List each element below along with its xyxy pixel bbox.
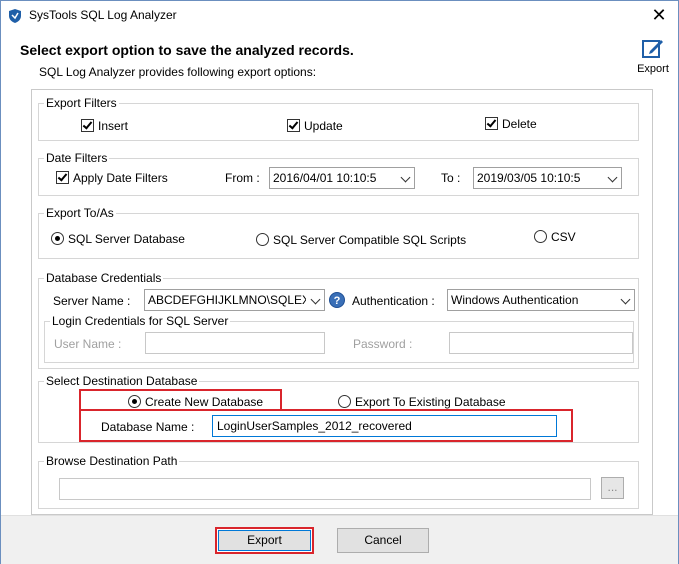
server-name-select[interactable]: ABCDEFGHIJKLMNO\SQLEX bbox=[144, 289, 325, 311]
destination-path-input[interactable] bbox=[59, 478, 591, 500]
to-date-value: 2019/03/05 10:10:5 bbox=[477, 171, 581, 185]
export-options-panel: Export Filters Insert Update Delete Date… bbox=[31, 89, 653, 515]
export-to-group: Export To/As SQL Server Database SQL Ser… bbox=[38, 206, 639, 259]
chevron-down-icon bbox=[607, 172, 618, 183]
apply-date-filters-label: Apply Date Filters bbox=[73, 171, 168, 185]
destination-database-label: Select Destination Database bbox=[44, 374, 200, 388]
export-edit-icon bbox=[633, 36, 673, 60]
date-filters-label: Date Filters bbox=[44, 151, 110, 165]
help-icon[interactable]: ? bbox=[329, 292, 345, 308]
authentication-value: Windows Authentication bbox=[451, 293, 579, 307]
export-toolbar-button[interactable]: Export bbox=[633, 36, 673, 80]
chevron-down-icon bbox=[310, 294, 321, 305]
from-date-value: 2016/04/01 10:10:5 bbox=[273, 171, 377, 185]
csv-label: CSV bbox=[551, 230, 576, 244]
export-existing-database-label: Export To Existing Database bbox=[355, 395, 506, 409]
sql-scripts-radio[interactable] bbox=[256, 233, 269, 246]
to-label: To : bbox=[441, 171, 461, 185]
insert-checkbox[interactable] bbox=[81, 119, 94, 132]
sql-server-database-radio[interactable] bbox=[51, 232, 64, 245]
delete-checkbox[interactable] bbox=[485, 117, 498, 130]
update-checkbox[interactable] bbox=[287, 119, 300, 132]
title-bar: SysTools SQL Log Analyzer ✕ bbox=[1, 1, 678, 31]
export-dialog: SysTools SQL Log Analyzer ✕ Select expor… bbox=[0, 0, 679, 564]
export-filters-label: Export Filters bbox=[44, 96, 119, 110]
export-to-label: Export To/As bbox=[44, 206, 116, 220]
date-filters-group: Date Filters Apply Date Filters From : 2… bbox=[38, 151, 639, 196]
authentication-label: Authentication : bbox=[352, 294, 435, 308]
password-label: Password : bbox=[353, 337, 413, 351]
user-name-label: User Name : bbox=[54, 337, 122, 351]
window-title: SysTools SQL Log Analyzer bbox=[29, 8, 177, 22]
browse-path-label: Browse Destination Path bbox=[44, 454, 180, 468]
to-date-picker[interactable]: 2019/03/05 10:10:5 bbox=[473, 167, 622, 189]
export-existing-database-radio[interactable] bbox=[338, 395, 351, 408]
server-name-label: Server Name : bbox=[53, 294, 131, 308]
systools-shield-icon bbox=[7, 8, 23, 24]
sql-scripts-label: SQL Server Compatible SQL Scripts bbox=[273, 233, 467, 247]
login-credentials-label: Login Credentials for SQL Server bbox=[50, 314, 231, 328]
insert-label: Insert bbox=[98, 119, 129, 133]
login-credentials-group: Login Credentials for SQL Server User Na… bbox=[44, 314, 634, 363]
browse-path-group: Browse Destination Path ... bbox=[38, 454, 639, 509]
database-credentials-group: Database Credentials Server Name : ABCDE… bbox=[38, 271, 639, 369]
export-filters-group: Export Filters Insert Update Delete bbox=[38, 96, 639, 141]
page-title: Select export option to save the analyze… bbox=[20, 42, 354, 58]
highlight-create-new-database bbox=[79, 389, 282, 411]
export-toolbar-label: Export bbox=[637, 63, 669, 75]
update-label: Update bbox=[304, 119, 343, 133]
close-icon[interactable]: ✕ bbox=[646, 4, 672, 28]
apply-date-filters-checkbox[interactable] bbox=[56, 171, 69, 184]
browse-button[interactable]: ... bbox=[601, 477, 624, 499]
page-subtitle: SQL Log Analyzer provides following expo… bbox=[39, 65, 317, 79]
from-date-picker[interactable]: 2016/04/01 10:10:5 bbox=[269, 167, 415, 189]
user-name-input[interactable] bbox=[145, 332, 325, 354]
delete-label: Delete bbox=[502, 117, 537, 131]
cancel-button[interactable]: Cancel bbox=[337, 528, 429, 553]
export-button-label: Export bbox=[218, 530, 311, 551]
server-name-value: ABCDEFGHIJKLMNO\SQLEX bbox=[148, 293, 306, 307]
sql-server-database-label: SQL Server Database bbox=[68, 232, 185, 246]
export-button[interactable]: Export bbox=[215, 527, 314, 554]
authentication-select[interactable]: Windows Authentication bbox=[447, 289, 635, 311]
from-label: From : bbox=[225, 171, 260, 185]
chevron-down-icon bbox=[400, 172, 411, 183]
csv-radio[interactable] bbox=[534, 230, 547, 243]
password-input[interactable] bbox=[449, 332, 633, 354]
database-credentials-label: Database Credentials bbox=[44, 271, 164, 285]
highlight-database-name bbox=[79, 409, 573, 442]
